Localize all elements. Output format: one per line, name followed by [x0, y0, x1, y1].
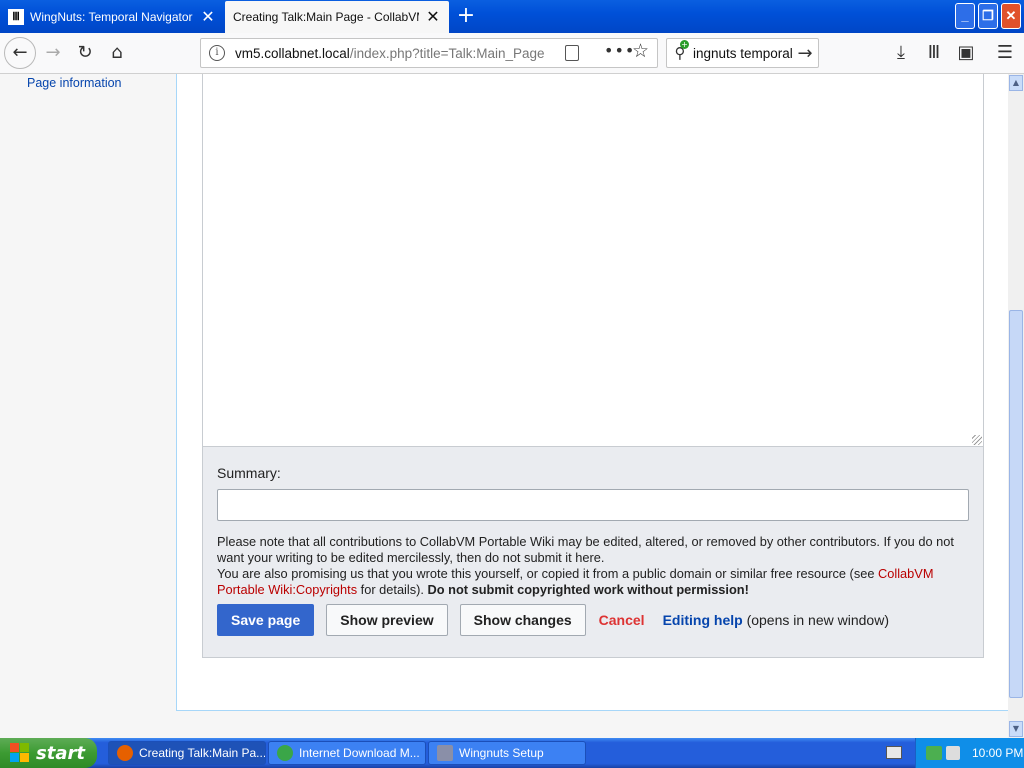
forward-button[interactable]: → [38, 38, 68, 68]
reader-view-icon[interactable] [565, 45, 579, 61]
taskbar-item-firefox[interactable]: Creating Talk:Main Pa... [108, 741, 266, 765]
arrow-right-icon: → [45, 42, 61, 63]
reload-icon: ↻ [77, 42, 93, 63]
tab-creating-talk[interactable]: Creating Talk:Main Page - CollabVM Po ✕ [225, 1, 449, 33]
wikitext-editor[interactable] [202, 74, 984, 447]
edit-options-panel: Summary: Please note that all contributi… [202, 446, 984, 658]
resize-grip-icon[interactable] [972, 435, 982, 445]
network-icon[interactable] [926, 746, 942, 760]
tab-wingnuts[interactable]: Ⅲ WingNuts: Temporal Navigator : F ✕ [0, 1, 224, 33]
vertical-scrollbar[interactable]: ▲ ▼ [1008, 74, 1024, 738]
page-information-link[interactable]: Page information [27, 76, 122, 90]
cancel-link[interactable]: Cancel [599, 612, 645, 628]
summary-input[interactable] [217, 489, 969, 521]
globe-icon [277, 745, 293, 761]
system-tray: 10:00 PM [915, 738, 1024, 768]
windows-logo-icon [10, 743, 30, 763]
library-icon[interactable]: Ⅲ [919, 38, 949, 68]
taskbar-item-wingnuts-setup[interactable]: Wingnuts Setup [428, 741, 586, 765]
search-icon[interactable]: ⚲ + [667, 40, 693, 62]
browser-tab-bar: Ⅲ WingNuts: Temporal Navigator : F ✕ Cre… [0, 0, 1024, 33]
notice-line-1: Please note that all contributions to Co… [217, 534, 954, 565]
notice-line-2: You are also promising us that you wrote… [217, 566, 934, 597]
firefox-icon [117, 745, 133, 761]
navigation-toolbar: ← → ↻ ⌂ i vm5.collabnet.local/index.php?… [0, 33, 1024, 74]
search-bar[interactable]: ⚲ + ingnuts temporal → [666, 38, 819, 68]
windows-taskbar: start Creating Talk:Main Pa... Internet … [0, 738, 1024, 768]
editing-help-link[interactable]: Editing help [663, 612, 743, 628]
bookmark-star-icon[interactable]: ☆ [632, 40, 649, 62]
new-tab-button[interactable]: + [452, 2, 480, 30]
setup-icon [437, 745, 453, 761]
scroll-down-icon[interactable]: ▼ [1009, 721, 1023, 737]
reload-button[interactable]: ↻ [70, 38, 100, 68]
show-changes-button[interactable]: Show changes [459, 604, 586, 636]
close-window-button[interactable]: ✕ [1001, 3, 1021, 29]
page-actions-icon[interactable]: ••• [604, 41, 635, 60]
back-button[interactable]: ← [4, 37, 36, 69]
wiki-sidebar: Page information [0, 74, 176, 738]
info-icon[interactable]: i [209, 45, 225, 61]
tab-title: WingNuts: Temporal Navigator : F [30, 10, 194, 24]
show-preview-button[interactable]: Show preview [326, 604, 448, 636]
page-content: Page information Summary: Please note th… [0, 74, 1008, 738]
copyright-warning: Do not submit copyrighted work without p… [427, 582, 749, 597]
url-text[interactable]: vm5.collabnet.local/index.php?title=Talk… [235, 46, 545, 61]
save-page-button[interactable]: Save page [217, 604, 315, 636]
tab-title: Creating Talk:Main Page - CollabVM Po [233, 10, 419, 24]
museum-icon: Ⅲ [8, 9, 24, 25]
close-icon[interactable]: ✕ [200, 7, 216, 27]
close-icon[interactable]: ✕ [425, 7, 441, 27]
start-button[interactable]: start [0, 738, 97, 768]
editing-help: Editing help (opens in new window) [662, 612, 889, 628]
copyright-notice: Please note that all contributions to Co… [217, 534, 969, 598]
wiki-page-body: Summary: Please note that all contributi… [176, 74, 1008, 711]
scrollbar-thumb[interactable] [1009, 310, 1023, 698]
downloads-icon[interactable]: ⤓ [886, 38, 916, 68]
taskbar-item-idm[interactable]: Internet Download M... [268, 741, 426, 765]
edit-buttons: Save page Show preview Show changes Canc… [217, 604, 889, 636]
volume-icon[interactable] [946, 746, 960, 760]
hamburger-menu-icon[interactable]: ☰ [990, 38, 1020, 68]
start-label: start [36, 742, 85, 764]
clock: 10:00 PM [972, 746, 1024, 760]
arrow-left-icon: ← [12, 42, 28, 63]
url-bar[interactable]: i vm5.collabnet.local/index.php?title=Ta… [200, 38, 658, 68]
search-input[interactable]: ingnuts temporal [693, 46, 792, 61]
minimize-button[interactable]: _ [955, 3, 975, 29]
search-go-icon[interactable]: → [792, 43, 818, 64]
scroll-up-icon[interactable]: ▲ [1009, 75, 1023, 91]
home-button[interactable]: ⌂ [102, 38, 132, 68]
summary-label: Summary: [217, 465, 281, 481]
maximize-button[interactable]: ❐ [978, 3, 998, 29]
home-icon: ⌂ [111, 42, 123, 63]
keyboard-icon[interactable] [886, 746, 902, 759]
sidebar-toggle-icon[interactable]: ▣ [951, 38, 981, 68]
